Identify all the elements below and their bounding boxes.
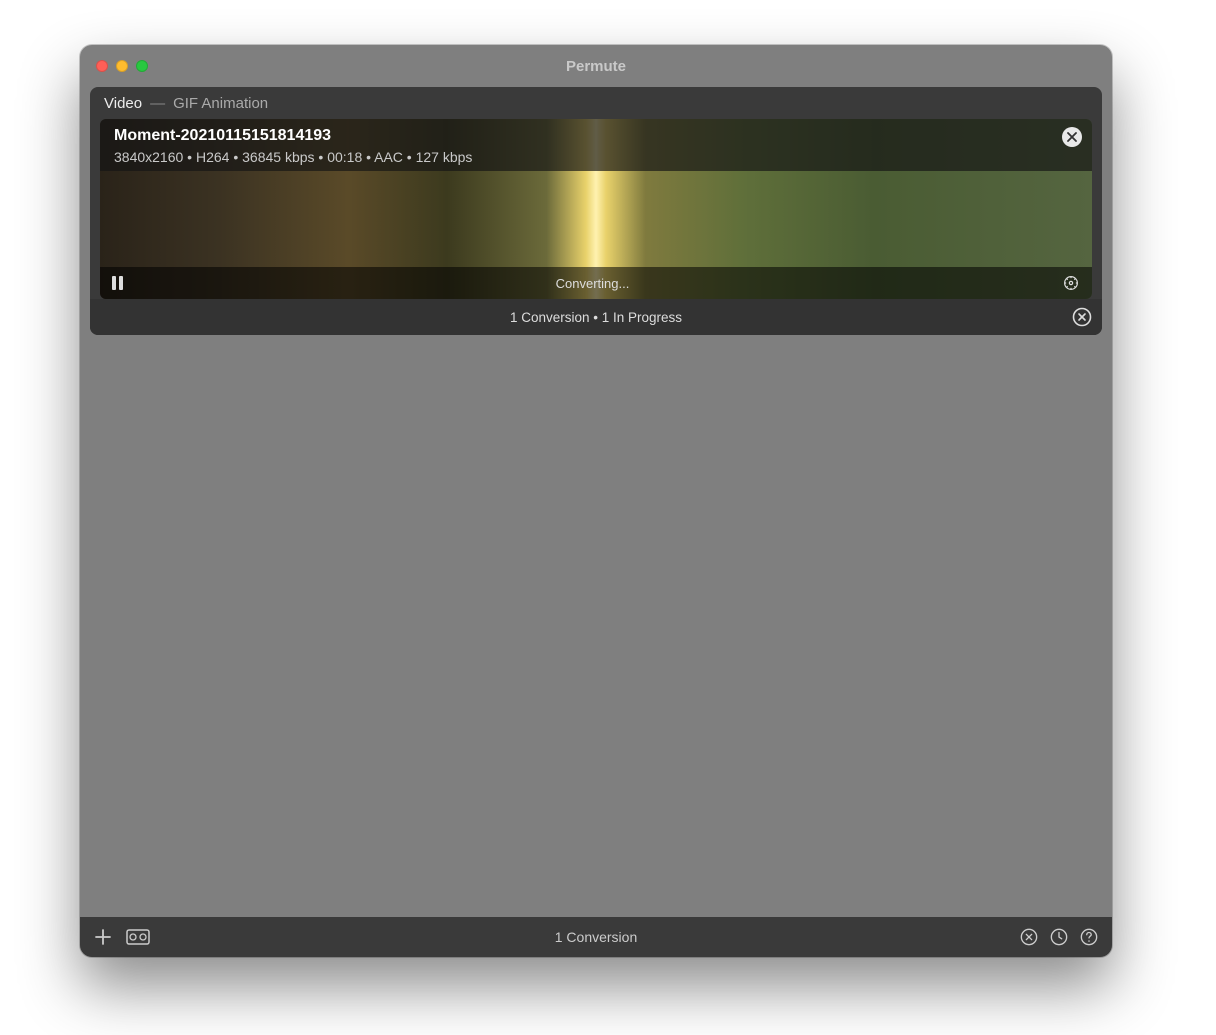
item-status-label: Converting... (123, 276, 1062, 291)
cancel-all-button[interactable] (1020, 928, 1038, 946)
titlebar[interactable]: Permute (80, 45, 1112, 87)
item-filename: Moment-20210115151814193 (114, 127, 331, 145)
bottom-status-label: 1 Conversion (80, 929, 1112, 945)
app-window: Permute Video — GIF Animation Moment-202… (80, 45, 1112, 957)
item-controls-bar: Converting... (100, 267, 1092, 299)
window-title: Permute (80, 58, 1112, 75)
item-settings-button[interactable] (1062, 274, 1080, 292)
empty-drop-area[interactable] (90, 335, 1102, 917)
group-category-label: Video (104, 95, 142, 112)
cancel-icon (1020, 928, 1038, 946)
bottom-toolbar: 1 Conversion (80, 917, 1112, 957)
group-header[interactable]: Video — GIF Animation (90, 87, 1102, 119)
group-footer: 1 Conversion • 1 In Progress (90, 299, 1102, 335)
group-footer-status: 1 Conversion • 1 In Progress (510, 310, 682, 325)
pause-button[interactable] (112, 276, 123, 290)
presets-button[interactable] (126, 928, 150, 946)
maximize-window-button[interactable] (136, 60, 148, 72)
close-window-button[interactable] (96, 60, 108, 72)
group-separator: — (150, 95, 165, 112)
plus-icon (94, 928, 112, 946)
item-metadata: 3840x2160 • H264 • 36845 kbps • 00:18 • … (114, 149, 472, 165)
conversion-group: Video — GIF Animation Moment-20210115151… (90, 87, 1102, 335)
cancel-icon (1072, 307, 1092, 327)
cancel-group-button[interactable] (1072, 307, 1092, 327)
minimize-window-button[interactable] (116, 60, 128, 72)
group-preset-label: GIF Animation (173, 95, 268, 112)
gear-icon (1062, 274, 1080, 292)
presets-icon (126, 928, 150, 946)
help-button[interactable] (1080, 928, 1098, 946)
conversion-item[interactable]: Moment-20210115151814193 3840x2160 • H26… (100, 119, 1092, 299)
content-area: Video — GIF Animation Moment-20210115151… (80, 87, 1112, 917)
help-icon (1080, 928, 1098, 946)
add-button[interactable] (94, 928, 112, 946)
clock-icon (1050, 928, 1068, 946)
history-button[interactable] (1050, 928, 1068, 946)
close-icon (1067, 132, 1077, 142)
remove-item-button[interactable] (1062, 127, 1082, 147)
window-controls (80, 60, 148, 72)
pause-icon (112, 276, 116, 290)
